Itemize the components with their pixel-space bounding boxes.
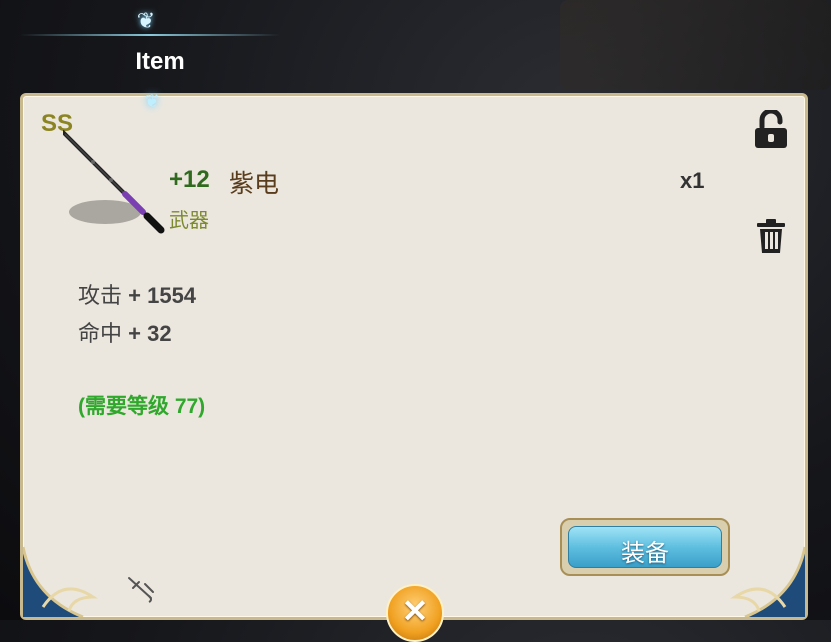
unlocked-padlock-icon[interactable] bbox=[753, 110, 789, 150]
equip-button[interactable]: 装备 bbox=[560, 518, 730, 576]
stat-row-accuracy: 命中 + 32 bbox=[78, 316, 172, 348]
title-header: ❦ Item bbox=[20, 0, 300, 100]
panel-ornament-icon: ❦ bbox=[144, 91, 160, 111]
stat-label: 攻击 bbox=[78, 283, 123, 308]
crown-ornament-icon: ❦ bbox=[136, 8, 156, 33]
item-type: 武器 bbox=[169, 210, 209, 232]
level-requirement: (需要等级 77) bbox=[78, 395, 206, 418]
stat-value: + 32 bbox=[128, 321, 172, 346]
item-quantity: x1 bbox=[680, 168, 705, 193]
fishing-rod-icon bbox=[63, 130, 165, 234]
page-title: Item bbox=[135, 48, 185, 75]
stat-row-attack: 攻击 + 1554 bbox=[78, 278, 196, 310]
item-name: 紫电 bbox=[229, 170, 280, 198]
stat-label: 命中 bbox=[78, 321, 123, 346]
trash-icon[interactable] bbox=[756, 218, 786, 254]
corner-ornament-left bbox=[23, 546, 98, 617]
close-icon: ✕ bbox=[401, 593, 429, 629]
stat-value: + 1554 bbox=[128, 283, 197, 308]
enhance-level: +12 bbox=[169, 166, 210, 193]
fishing-hook-icon[interactable] bbox=[125, 574, 157, 604]
item-detail-panel: ❦ SS +12 紫电 武器 x1 攻击 + 1554 命中 + 32 (需要等… bbox=[20, 91, 808, 620]
background-scenery bbox=[560, 0, 831, 90]
equip-button-label: 装备 bbox=[621, 540, 669, 567]
corner-ornament-right bbox=[730, 546, 805, 617]
title-divider-line bbox=[20, 34, 280, 36]
close-button[interactable]: ✕ bbox=[386, 584, 444, 642]
